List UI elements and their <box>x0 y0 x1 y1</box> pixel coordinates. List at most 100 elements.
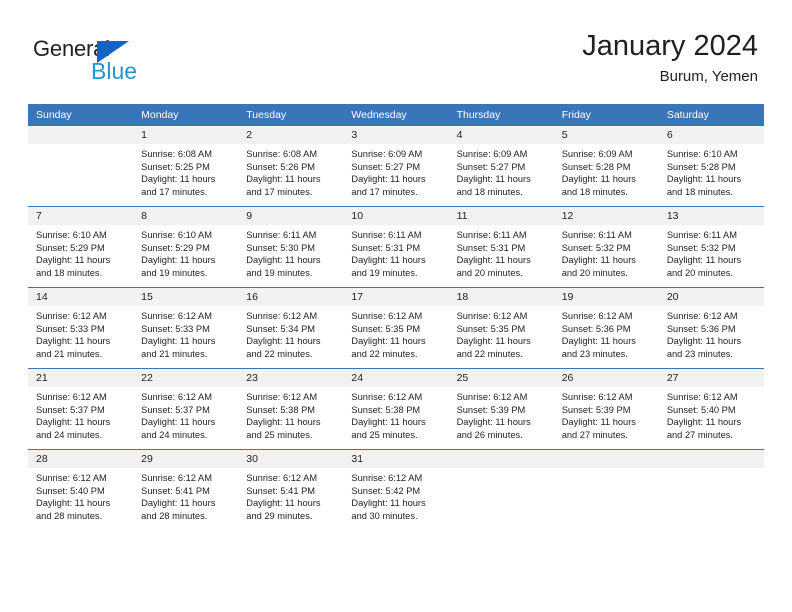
daylight-duration-line1: Daylight: 11 hours <box>351 174 426 185</box>
daylight-duration-line1: Daylight: 11 hours <box>456 336 531 347</box>
daylight-duration-line2: and 18 minutes. <box>561 186 628 197</box>
day-detail: Sunrise: 6:12 AM Sunset: 5:33 PM Daylight:… <box>28 306 133 368</box>
sunset-time: Sunset: 5:28 PM <box>561 161 631 172</box>
daylight-duration-line1: Daylight: 11 hours <box>36 336 111 347</box>
sunrise-time: Sunrise: 6:12 AM <box>36 392 107 402</box>
daylight-duration-line2: and 25 minutes. <box>351 429 418 440</box>
calendar-day-cell[interactable]: 18 Sunrise: 6:12 AM Sunset: 5:35 PM Dayligh… <box>448 287 554 369</box>
calendar-day-cell[interactable]: 26 Sunrise: 6:12 AM Sunset: 5:39 PM Dayligh… <box>553 368 659 450</box>
general-blue-logo[interactable]: General Blue <box>33 36 173 86</box>
sunset-time: Sunset: 5:38 PM <box>246 404 316 415</box>
day-detail <box>659 468 764 530</box>
calendar-day-cell[interactable]: 12 Sunrise: 6:11 AM Sunset: 5:32 PM Dayligh… <box>553 206 659 288</box>
calendar-day-cell[interactable]: 29 Sunrise: 6:12 AM Sunset: 5:41 PM Dayligh… <box>133 449 239 530</box>
calendar-day-cell[interactable]: 2 Sunrise: 6:08 AM Sunset: 5:26 PM Daylight… <box>238 126 344 207</box>
calendar-day-cell[interactable]: 7 Sunrise: 6:10 AM Sunset: 5:29 PM Daylight… <box>28 206 134 288</box>
daylight-duration-line2: and 23 minutes. <box>666 348 733 359</box>
day-detail: Sunrise: 6:10 AM Sunset: 5:29 PM Daylight:… <box>28 225 133 287</box>
calendar-day-cell[interactable]: 11 Sunrise: 6:11 AM Sunset: 5:31 PM Dayligh… <box>448 206 554 288</box>
daylight-duration-line1: Daylight: 11 hours <box>666 174 742 185</box>
calendar-day-cell[interactable]: 20 Sunrise: 6:12 AM Sunset: 5:36 PM Dayligh… <box>658 287 764 369</box>
day-detail: Sunrise: 6:12 AM Sunset: 5:36 PM Daylight:… <box>659 306 764 368</box>
sunrise-time: Sunrise: 6:12 AM <box>36 473 107 483</box>
daylight-duration-line1: Daylight: 11 hours <box>246 174 321 185</box>
calendar-day-cell[interactable]: 19 Sunrise: 6:12 AM Sunset: 5:36 PM Dayligh… <box>553 287 659 369</box>
day-number: 22 <box>133 369 239 387</box>
calendar-day-cell[interactable]: 8 Sunrise: 6:10 AM Sunset: 5:29 PM Daylight… <box>133 206 239 288</box>
calendar-day-cell[interactable]: 31 Sunrise: 6:12 AM Sunset: 5:42 PM Dayligh… <box>343 449 449 530</box>
sunset-time: Sunset: 5:33 PM <box>141 323 210 334</box>
calendar-week-row: 28 Sunrise: 6:12 AM Sunset: 5:40 PM Dayligh… <box>28 449 764 530</box>
calendar-day-cell[interactable]: 24 Sunrise: 6:12 AM Sunset: 5:38 PM Dayligh… <box>343 368 449 450</box>
sunrise-time: Sunrise: 6:12 AM <box>456 392 528 402</box>
calendar-day-cell[interactable]: 14 Sunrise: 6:12 AM Sunset: 5:33 PM Dayligh… <box>28 287 134 369</box>
day-detail: Sunrise: 6:12 AM Sunset: 5:35 PM Daylight:… <box>343 306 448 368</box>
sunset-time: Sunset: 5:27 PM <box>351 161 421 172</box>
calendar-day-cell[interactable]: 13 Sunrise: 6:11 AM Sunset: 5:32 PM Dayligh… <box>658 206 764 288</box>
calendar-day-cell[interactable]: 16 Sunrise: 6:12 AM Sunset: 5:34 PM Dayligh… <box>238 287 344 369</box>
day-number <box>448 450 554 468</box>
daylight-duration-line2: and 20 minutes. <box>561 267 628 278</box>
calendar-day-cell[interactable]: 10 Sunrise: 6:11 AM Sunset: 5:31 PM Dayligh… <box>343 206 449 288</box>
sunrise-time: Sunrise: 6:12 AM <box>456 311 528 321</box>
daylight-duration-line1: Daylight: 11 hours <box>246 417 321 428</box>
day-number: 3 <box>343 126 449 144</box>
calendar-day-cell[interactable]: 6 Sunrise: 6:10 AM Sunset: 5:28 PM Daylight… <box>658 126 764 207</box>
daylight-duration-line1: Daylight: 11 hours <box>666 336 742 347</box>
calendar-day-cell[interactable]: 1 Sunrise: 6:08 AM Sunset: 5:25 PM Daylight… <box>133 126 239 207</box>
logo-text-blue: Blue <box>91 58 138 84</box>
day-detail: Sunrise: 6:12 AM Sunset: 5:37 PM Daylight:… <box>28 387 133 449</box>
daylight-duration-line1: Daylight: 11 hours <box>141 255 216 266</box>
calendar-cell-empty <box>28 126 134 207</box>
day-detail: Sunrise: 6:12 AM Sunset: 5:33 PM Daylight:… <box>133 306 238 368</box>
calendar-day-cell[interactable]: 22 Sunrise: 6:12 AM Sunset: 5:37 PM Dayligh… <box>133 368 239 450</box>
sunset-time: Sunset: 5:25 PM <box>141 161 210 172</box>
day-detail: Sunrise: 6:12 AM Sunset: 5:39 PM Daylight:… <box>554 387 659 449</box>
daylight-duration-line2: and 19 minutes. <box>141 267 208 278</box>
day-number: 31 <box>343 450 449 468</box>
sunset-time: Sunset: 5:39 PM <box>561 404 631 415</box>
calendar-day-cell[interactable]: 17 Sunrise: 6:12 AM Sunset: 5:35 PM Dayligh… <box>343 287 449 369</box>
sunset-time: Sunset: 5:28 PM <box>666 161 736 172</box>
calendar-day-cell[interactable]: 23 Sunrise: 6:12 AM Sunset: 5:38 PM Dayligh… <box>238 368 344 450</box>
daylight-duration-line2: and 24 minutes. <box>141 429 208 440</box>
daylight-duration-line2: and 26 minutes. <box>456 429 523 440</box>
calendar-day-cell[interactable]: 15 Sunrise: 6:12 AM Sunset: 5:33 PM Dayligh… <box>133 287 239 369</box>
daylight-duration-line1: Daylight: 11 hours <box>351 255 426 266</box>
calendar-day-cell[interactable]: 5 Sunrise: 6:09 AM Sunset: 5:28 PM Daylight… <box>553 126 659 207</box>
calendar-day-cell[interactable]: 25 Sunrise: 6:12 AM Sunset: 5:39 PM Dayligh… <box>448 368 554 450</box>
sunrise-time: Sunrise: 6:11 AM <box>561 230 632 240</box>
daylight-duration-line2: and 18 minutes. <box>456 186 523 197</box>
sunrise-time: Sunrise: 6:12 AM <box>246 392 318 402</box>
day-detail: Sunrise: 6:11 AM Sunset: 5:31 PM Daylight:… <box>343 225 448 287</box>
calendar-day-cell[interactable]: 27 Sunrise: 6:12 AM Sunset: 5:40 PM Dayligh… <box>658 368 764 450</box>
calendar-day-cell[interactable]: 4 Sunrise: 6:09 AM Sunset: 5:27 PM Daylight… <box>448 126 554 207</box>
day-detail: Sunrise: 6:11 AM Sunset: 5:31 PM Daylight:… <box>449 225 554 287</box>
daylight-duration-line1: Daylight: 11 hours <box>141 498 216 509</box>
day-number: 1 <box>133 126 239 144</box>
day-detail: Sunrise: 6:12 AM Sunset: 5:38 PM Daylight:… <box>238 387 343 449</box>
day-number: 13 <box>658 207 764 225</box>
sunset-time: Sunset: 5:42 PM <box>351 485 421 496</box>
calendar-week-row: 21 Sunrise: 6:12 AM Sunset: 5:37 PM Dayligh… <box>28 368 764 450</box>
sunset-time: Sunset: 5:37 PM <box>36 404 105 415</box>
weekday-header-saturday: Saturday <box>658 104 764 126</box>
calendar-day-cell[interactable]: 21 Sunrise: 6:12 AM Sunset: 5:37 PM Dayligh… <box>28 368 134 450</box>
day-detail: Sunrise: 6:09 AM Sunset: 5:27 PM Daylight:… <box>343 144 448 206</box>
daylight-duration-line1: Daylight: 11 hours <box>36 498 111 509</box>
calendar-day-cell[interactable]: 3 Sunrise: 6:09 AM Sunset: 5:27 PM Daylight… <box>343 126 449 207</box>
day-detail <box>28 144 133 206</box>
day-detail: Sunrise: 6:12 AM Sunset: 5:36 PM Daylight:… <box>554 306 659 368</box>
day-number: 29 <box>133 450 239 468</box>
sunrise-time: Sunrise: 6:10 AM <box>141 230 212 240</box>
calendar-body: 1 Sunrise: 6:08 AM Sunset: 5:25 PM Daylight… <box>28 126 764 530</box>
calendar-day-cell[interactable]: 9 Sunrise: 6:11 AM Sunset: 5:30 PM Daylight… <box>238 206 344 288</box>
calendar-day-cell[interactable]: 30 Sunrise: 6:12 AM Sunset: 5:41 PM Dayligh… <box>238 449 344 530</box>
day-number: 8 <box>133 207 239 225</box>
day-number: 16 <box>238 288 344 306</box>
day-number <box>553 450 659 468</box>
calendar-cell-empty <box>658 449 764 530</box>
calendar-day-cell[interactable]: 28 Sunrise: 6:12 AM Sunset: 5:40 PM Dayligh… <box>28 449 134 530</box>
sunrise-time: Sunrise: 6:09 AM <box>351 149 423 159</box>
weekday-header-thursday: Thursday <box>448 104 554 126</box>
